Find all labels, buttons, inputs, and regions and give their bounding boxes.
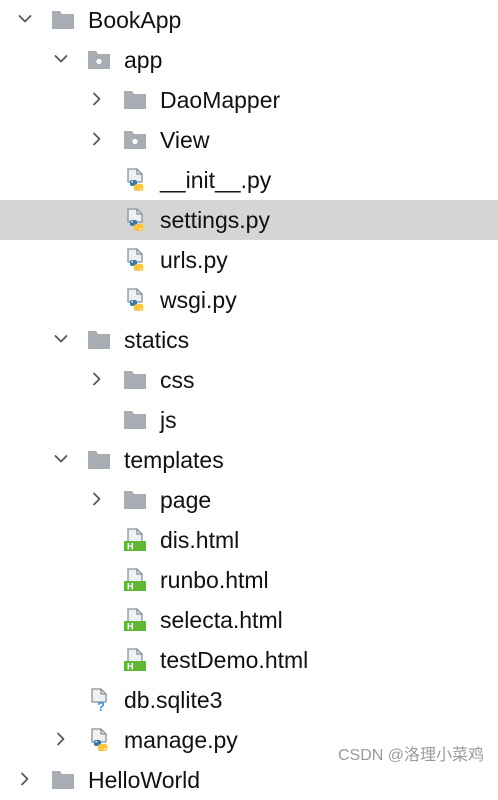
python-file-icon xyxy=(123,248,147,272)
svg-text:?: ? xyxy=(97,699,105,712)
tree-row-runbo-html[interactable]: Hrunbo.html xyxy=(0,560,498,600)
tree-item-label: settings.py xyxy=(160,207,270,233)
tree-row-daomapper[interactable]: DaoMapper xyxy=(0,80,498,120)
chevron-right-icon[interactable] xyxy=(90,132,104,146)
tree-item-label: app xyxy=(124,47,163,73)
tree-item-label: css xyxy=(160,367,195,393)
svg-text:H: H xyxy=(127,582,134,592)
tree-item-label: View xyxy=(160,127,210,153)
tree-item-label: testDemo.html xyxy=(160,647,309,673)
tree-item-label: DaoMapper xyxy=(160,87,281,113)
tree-item-label: __init__.py xyxy=(160,167,272,193)
python-file-icon xyxy=(123,168,147,192)
tree-row-selecta-html[interactable]: Hselecta.html xyxy=(0,600,498,640)
python-file-icon xyxy=(123,288,147,312)
folder-icon xyxy=(51,768,75,792)
folder-icon xyxy=(87,328,111,352)
chevron-right-icon[interactable] xyxy=(18,772,32,786)
folder-icon xyxy=(51,8,75,32)
html-file-icon: H xyxy=(123,568,147,592)
tree-row-view[interactable]: View xyxy=(0,120,498,160)
folder-icon xyxy=(123,488,147,512)
tree-row-urls-py[interactable]: urls.py xyxy=(0,240,498,280)
tree-row-testdemo-html[interactable]: HtestDemo.html xyxy=(0,640,498,680)
tree-row-wsgi-py[interactable]: wsgi.py xyxy=(0,280,498,320)
tree-item-label: manage.py xyxy=(124,727,238,753)
chevron-right-icon[interactable] xyxy=(90,492,104,506)
html-file-icon: H xyxy=(123,608,147,632)
svg-text:H: H xyxy=(127,622,134,632)
tree-row-css[interactable]: css xyxy=(0,360,498,400)
chevron-down-icon[interactable] xyxy=(18,12,32,26)
chevron-down-icon[interactable] xyxy=(54,452,68,466)
chevron-down-icon[interactable] xyxy=(54,332,68,346)
tree-item-label: wsgi.py xyxy=(160,287,237,313)
tree-item-label: dis.html xyxy=(160,527,240,553)
tree-row-settings-py[interactable]: settings.py xyxy=(0,200,498,240)
chevron-right-icon[interactable] xyxy=(90,372,104,386)
folder-icon xyxy=(123,408,147,432)
tree-row-app[interactable]: app xyxy=(0,40,498,80)
tree-row-js[interactable]: js xyxy=(0,400,498,440)
chevron-down-icon[interactable] xyxy=(54,52,68,66)
svg-text:H: H xyxy=(127,662,134,672)
tree-item-label: selecta.html xyxy=(160,607,283,633)
tree-item-label: page xyxy=(160,487,212,513)
tree-item-label: HelloWorld xyxy=(88,767,201,793)
package-folder-icon xyxy=(87,48,111,72)
tree-row-init-py[interactable]: __init__.py xyxy=(0,160,498,200)
tree-item-label: templates xyxy=(124,447,224,473)
tree-row-bookapp[interactable]: BookApp xyxy=(0,0,498,40)
tree-row-statics[interactable]: statics xyxy=(0,320,498,360)
chevron-right-icon[interactable] xyxy=(54,732,68,746)
tree-row-page[interactable]: page xyxy=(0,480,498,520)
html-file-icon: H xyxy=(123,648,147,672)
tree-item-label: runbo.html xyxy=(160,567,269,593)
html-file-icon: H xyxy=(123,528,147,552)
svg-text:H: H xyxy=(127,542,134,552)
chevron-right-icon[interactable] xyxy=(90,92,104,106)
tree-item-label: urls.py xyxy=(160,247,228,273)
tree-item-label: js xyxy=(160,407,177,433)
python-file-icon xyxy=(87,728,111,752)
package-folder-icon xyxy=(123,128,147,152)
tree-row-dis-html[interactable]: Hdis.html xyxy=(0,520,498,560)
unknown-file-icon: ? xyxy=(87,688,111,712)
folder-icon xyxy=(87,448,111,472)
tree-row-templates[interactable]: templates xyxy=(0,440,498,480)
watermark: CSDN @洛理小菜鸡 xyxy=(337,747,484,764)
python-file-icon xyxy=(123,208,147,232)
tree-row-db-sqlite3[interactable]: ? db.sqlite3 xyxy=(0,680,498,720)
tree-row-helloworld[interactable]: HelloWorld xyxy=(0,760,498,800)
tree-item-label: db.sqlite3 xyxy=(124,687,223,713)
folder-icon xyxy=(123,88,147,112)
tree-item-label: statics xyxy=(124,327,190,353)
tree-item-label: BookApp xyxy=(88,7,182,33)
folder-icon xyxy=(123,368,147,392)
